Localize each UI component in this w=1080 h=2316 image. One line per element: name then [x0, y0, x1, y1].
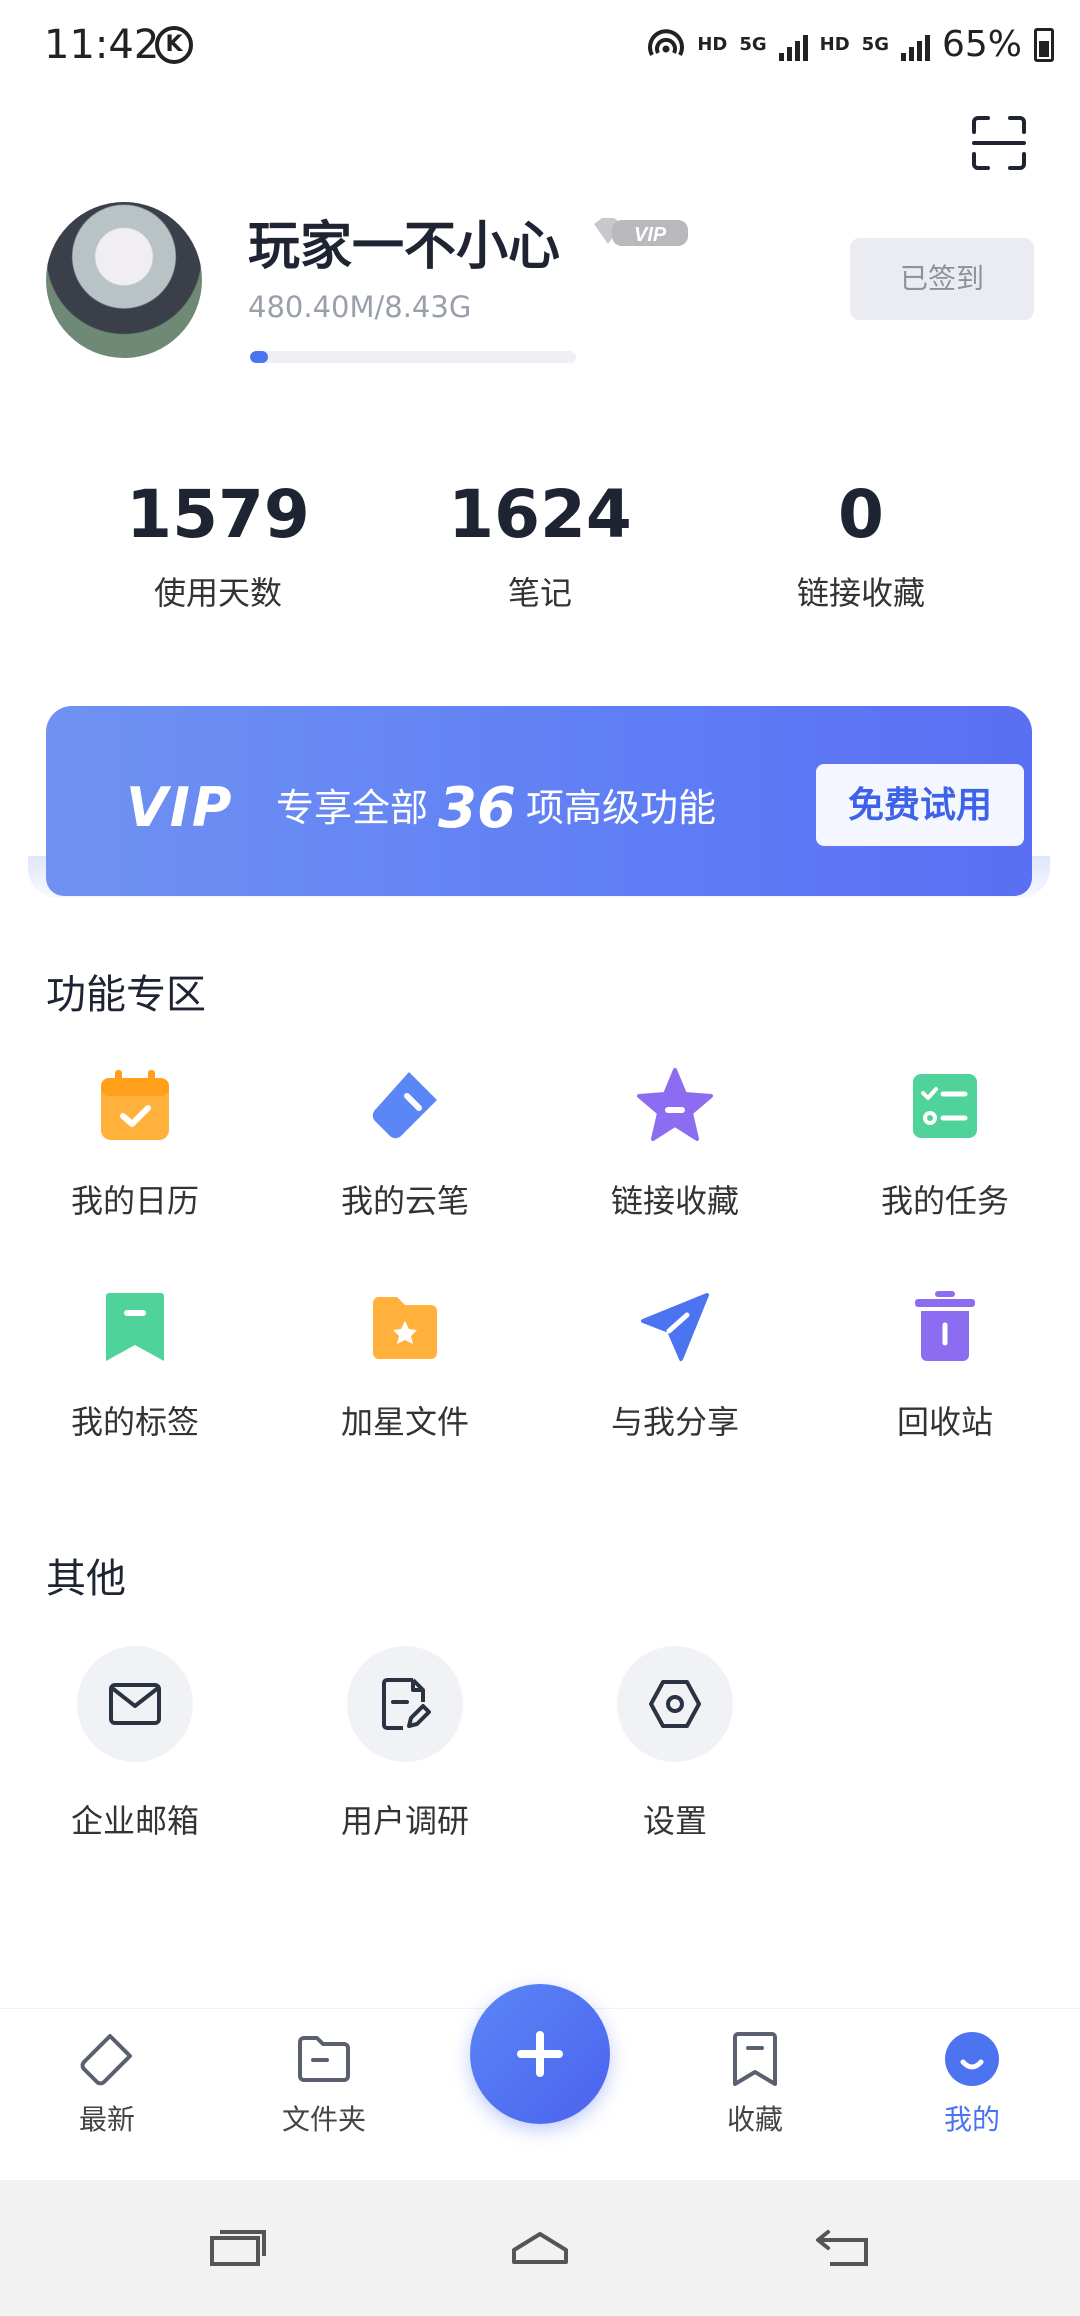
hd-label-2: HD	[819, 34, 850, 55]
free-trial-button[interactable]: 免费试用	[816, 764, 1024, 846]
trash-icon	[915, 1291, 975, 1361]
profile-icon	[945, 2032, 999, 2086]
feature-label: 加星文件	[340, 1403, 469, 1441]
favorites-icon	[733, 2032, 777, 2086]
folder-icon	[298, 2036, 350, 2082]
others-section-title: 其他	[46, 1556, 126, 1602]
other-settings[interactable]: 设置	[540, 1646, 810, 1842]
status-bar: 11:42 K HD 5G HD 5G 65%	[0, 0, 1080, 96]
latest-icon	[80, 2034, 132, 2086]
stat-usage-days[interactable]: 1579 使用天数	[98, 470, 338, 614]
feature-label: 我的云笔	[340, 1182, 469, 1220]
feature-shared-with-me[interactable]: 与我分享	[540, 1287, 810, 1443]
other-enterprise-mail[interactable]: 企业邮箱	[0, 1646, 270, 1842]
other-label: 设置	[642, 1802, 707, 1840]
settings-icon	[649, 1680, 701, 1728]
status-indicators: HD 5G HD 5G 65%	[647, 24, 1054, 65]
hd-label-1: HD	[697, 34, 728, 55]
vip-promo-text: 专享全部 36 项高级功能	[276, 776, 716, 841]
mail-icon-container	[77, 1646, 193, 1762]
stat-label: 链接收藏	[796, 574, 925, 612]
network-label-1: 5G	[739, 34, 767, 55]
tab-label: 收藏	[726, 2103, 783, 2136]
stat-notes[interactable]: 1624 笔记	[420, 470, 660, 614]
stat-value: 0	[838, 476, 884, 553]
tasklist-icon	[913, 1074, 977, 1138]
feature-link-favorites[interactable]: 链接收藏	[540, 1066, 810, 1222]
home-icon[interactable]	[510, 2224, 570, 2268]
bookmark-icon	[106, 1293, 164, 1361]
k-badge-icon: K	[155, 26, 193, 64]
send-icon	[641, 1293, 709, 1361]
tab-latest[interactable]: 最新	[27, 2030, 187, 2138]
star-icon	[637, 1068, 713, 1141]
tab-mine[interactable]: 我的	[892, 2030, 1052, 2138]
settings-icon-container	[617, 1646, 733, 1762]
avatar[interactable]	[46, 202, 202, 358]
tab-label: 最新	[78, 2103, 135, 2136]
stat-value: 1624	[448, 476, 632, 553]
feature-label: 与我分享	[610, 1403, 739, 1441]
other-label: 企业邮箱	[70, 1802, 199, 1840]
other-label: 用户调研	[340, 1802, 469, 1840]
hotspot-icon	[648, 28, 685, 56]
feature-label: 我的标签	[70, 1403, 199, 1441]
feature-cloud-pen[interactable]: 我的云笔	[270, 1066, 540, 1222]
features-section-title: 功能专区	[46, 972, 206, 1018]
tab-folder[interactable]: 文件夹	[244, 2030, 404, 2138]
feature-starred-files[interactable]: 加星文件	[270, 1287, 540, 1443]
stat-label: 使用天数	[153, 574, 282, 612]
recent-apps-icon[interactable]	[208, 2224, 268, 2268]
mail-icon	[109, 1683, 161, 1725]
back-icon[interactable]	[812, 2224, 872, 2268]
vip-banner-card[interactable]: VIP 专享全部 36 项高级功能 免费试用	[46, 706, 1032, 896]
vip-feature-count: 36	[438, 776, 516, 841]
battery-percent: 65%	[941, 24, 1022, 65]
feature-label: 我的日历	[70, 1182, 199, 1220]
network-label-2: 5G	[861, 34, 889, 55]
signal-icon-2	[900, 29, 930, 61]
storage-usage: 480.40M/8.43G	[248, 290, 472, 324]
vip-badge-icon: VIP	[594, 218, 688, 246]
stat-value: 1579	[126, 476, 310, 553]
survey-icon	[382, 1678, 431, 1730]
vip-text-prefix: 专享全部	[276, 786, 429, 830]
storage-progress-bar	[250, 351, 576, 363]
pen-tag-icon	[372, 1072, 437, 1139]
signal-icon-1	[778, 29, 808, 61]
username: 玩家一不小心	[248, 217, 561, 277]
feature-label: 回收站	[896, 1403, 993, 1441]
tab-favorites[interactable]: 收藏	[675, 2030, 835, 2138]
other-user-survey[interactable]: 用户调研	[270, 1646, 540, 1842]
feature-tasks[interactable]: 我的任务	[810, 1066, 1080, 1222]
feature-calendar[interactable]: 我的日历	[0, 1066, 270, 1222]
storage-progress-fill	[250, 351, 269, 363]
add-button[interactable]	[470, 1984, 610, 2124]
stat-label: 笔记	[507, 574, 572, 612]
signed-in-button[interactable]: 已签到	[850, 238, 1034, 320]
star-folder-icon	[373, 1297, 437, 1359]
scan-icon[interactable]	[970, 114, 1028, 172]
vip-badge-text: VIP	[634, 224, 667, 246]
feature-recycle-bin[interactable]: 回收站	[810, 1287, 1080, 1443]
calendar-icon	[101, 1070, 169, 1140]
vip-logo: VIP	[126, 776, 234, 839]
status-time: 11:42	[44, 22, 160, 68]
vip-text-suffix: 项高级功能	[525, 786, 716, 830]
survey-icon-container	[347, 1646, 463, 1762]
system-nav-bar	[0, 2180, 1080, 2316]
battery-icon	[1034, 27, 1054, 62]
tab-label: 文件夹	[281, 2103, 366, 2136]
feature-label: 链接收藏	[610, 1182, 739, 1220]
tab-label: 我的	[943, 2103, 1000, 2136]
stat-link-favorites[interactable]: 0 链接收藏	[741, 470, 981, 614]
feature-label: 我的任务	[880, 1182, 1009, 1220]
vip-banner[interactable]: VIP 专享全部 36 项高级功能 免费试用	[28, 706, 1050, 906]
feature-tags[interactable]: 我的标签	[0, 1287, 270, 1443]
